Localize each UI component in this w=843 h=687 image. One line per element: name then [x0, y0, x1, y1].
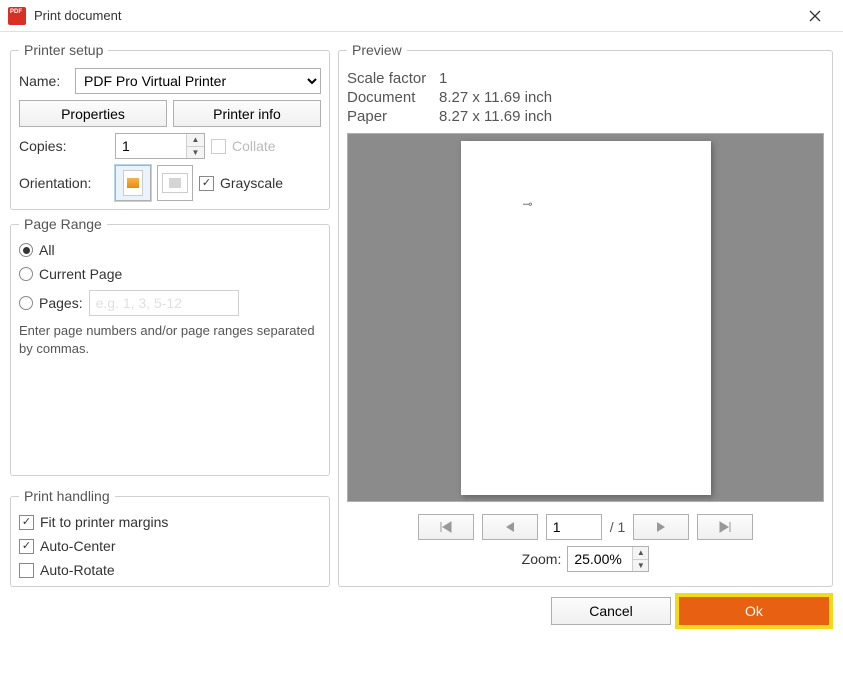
- range-all-label: All: [39, 242, 55, 258]
- last-page-icon: [718, 521, 732, 533]
- printer-setup-group: Printer setup Name: PDF Pro Virtual Prin…: [10, 42, 330, 210]
- next-page-icon: [655, 521, 667, 533]
- scale-factor-label: Scale factor: [347, 70, 439, 87]
- auto-center-label: Auto-Center: [40, 538, 115, 554]
- auto-center-checkbox[interactable]: [19, 539, 34, 554]
- last-page-button[interactable]: [697, 514, 753, 540]
- zoom-label: Zoom:: [522, 551, 562, 567]
- current-page-input[interactable]: [546, 514, 602, 540]
- pages-input[interactable]: [89, 290, 239, 316]
- preview-content-mark: ⊸: [523, 197, 533, 211]
- print-handling-legend: Print handling: [19, 488, 115, 504]
- app-pdf-icon: [8, 7, 26, 25]
- next-page-button[interactable]: [633, 514, 689, 540]
- portrait-icon: [123, 170, 143, 196]
- preview-group: Preview Scale factor 1 Document 8.27 x 1…: [338, 42, 833, 587]
- prev-page-icon: [504, 521, 516, 533]
- auto-rotate-label: Auto-Rotate: [40, 562, 115, 578]
- fit-margins-label: Fit to printer margins: [40, 514, 168, 530]
- copies-input[interactable]: [116, 134, 186, 158]
- ok-button-highlight: Ok: [675, 593, 833, 629]
- document-size-value: 8.27 x 11.69 inch: [439, 89, 552, 106]
- orientation-label: Orientation:: [19, 175, 109, 191]
- range-current-label: Current Page: [39, 266, 122, 282]
- page-range-hint: Enter page numbers and/or page ranges se…: [19, 322, 321, 357]
- orientation-landscape-button[interactable]: [157, 165, 193, 201]
- title-bar: Print document: [0, 0, 843, 32]
- scale-factor-value: 1: [439, 70, 447, 87]
- print-handling-group: Print handling Fit to printer margins Au…: [10, 488, 330, 587]
- grayscale-label: Grayscale: [220, 175, 283, 191]
- collate-label: Collate: [232, 138, 276, 154]
- copies-up-icon[interactable]: ▲: [187, 134, 204, 147]
- window-title: Print document: [34, 8, 795, 23]
- page-range-group: Page Range All Current Page Pages: Enter…: [10, 216, 330, 476]
- grayscale-checkbox[interactable]: [199, 176, 214, 191]
- orientation-portrait-button[interactable]: [115, 165, 151, 201]
- close-icon: [809, 10, 821, 22]
- zoom-input[interactable]: [568, 547, 632, 571]
- properties-button[interactable]: Properties: [19, 100, 167, 127]
- auto-rotate-checkbox[interactable]: [19, 563, 34, 578]
- printer-setup-legend: Printer setup: [19, 42, 108, 58]
- paper-size-label: Paper: [347, 108, 439, 125]
- ok-button[interactable]: Ok: [679, 597, 829, 625]
- range-pages-radio[interactable]: [19, 296, 33, 310]
- zoom-up-icon[interactable]: ▲: [633, 547, 648, 560]
- fit-margins-checkbox[interactable]: [19, 515, 34, 530]
- close-button[interactable]: [795, 2, 835, 30]
- landscape-icon: [162, 173, 188, 193]
- document-size-label: Document: [347, 89, 439, 106]
- first-page-button[interactable]: [418, 514, 474, 540]
- printer-info-button[interactable]: Printer info: [173, 100, 321, 127]
- page-total-label: / 1: [610, 519, 626, 535]
- collate-checkbox: [211, 139, 226, 154]
- range-all-radio[interactable]: [19, 243, 33, 257]
- cancel-button[interactable]: Cancel: [551, 597, 671, 625]
- preview-page: ⊸: [461, 141, 711, 495]
- prev-page-button[interactable]: [482, 514, 538, 540]
- paper-size-value: 8.27 x 11.69 inch: [439, 108, 552, 125]
- zoom-down-icon[interactable]: ▼: [633, 560, 648, 572]
- range-current-radio[interactable]: [19, 267, 33, 281]
- page-range-legend: Page Range: [19, 216, 107, 232]
- first-page-icon: [439, 521, 453, 533]
- copies-down-icon[interactable]: ▼: [187, 147, 204, 159]
- printer-name-label: Name:: [19, 73, 69, 89]
- zoom-stepper[interactable]: ▲ ▼: [567, 546, 649, 572]
- copies-stepper[interactable]: ▲ ▼: [115, 133, 205, 159]
- range-pages-label: Pages:: [39, 295, 83, 311]
- preview-legend: Preview: [347, 42, 407, 58]
- copies-label: Copies:: [19, 138, 109, 154]
- preview-canvas: ⊸: [347, 133, 824, 502]
- printer-name-select[interactable]: PDF Pro Virtual Printer: [75, 68, 321, 94]
